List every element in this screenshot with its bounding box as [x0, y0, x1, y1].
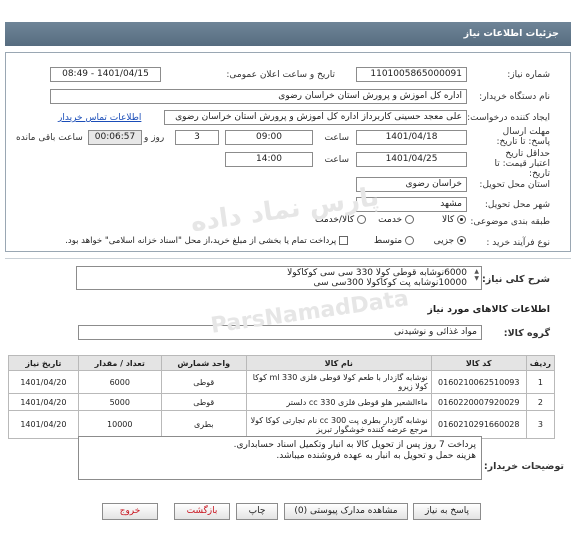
- reply-button[interactable]: پاسخ به نیاز: [413, 503, 481, 520]
- table-row: 1 0160210062510093 نوشابه گازدار با طعم …: [8, 370, 556, 394]
- radio-selected-icon: [457, 236, 466, 245]
- table-row: 3 0160210291660028 نوشابه گازدار بطری پت…: [8, 410, 556, 439]
- validity-time-field: 14:00: [225, 152, 313, 167]
- category-option-goods[interactable]: کالا: [442, 215, 466, 225]
- row-date: 1401/04/20: [8, 410, 79, 439]
- buyer-org-field: اداره کل اموزش و پرورش استان خراسان رضوی: [50, 89, 467, 104]
- row-index: 1: [525, 370, 556, 394]
- category-label: طبقه بندی موضوعی:: [470, 217, 550, 227]
- category-option-service[interactable]: خدمت: [378, 215, 414, 225]
- description-label: شرح کلی نیاز:: [481, 274, 550, 285]
- view-attachments-button[interactable]: مشاهده مدارک پیوستی (0): [284, 503, 408, 520]
- province-field: خراسان رضوی: [356, 177, 467, 192]
- announce-label: تاریخ و ساعت اعلان عمومی:: [226, 70, 335, 80]
- row-qty: 6000: [77, 370, 162, 394]
- row-name: ماءالشعیر هلو قوطی فلزی cc 330 دلستر: [245, 393, 432, 411]
- remaining-time-label: ساعت باقی مانده: [16, 133, 83, 143]
- deadline-days-label: روز و: [144, 133, 165, 143]
- province-label: استان محل تحویل:: [479, 180, 550, 190]
- goods-table: ردیف کد کالا نام کالا واحد شمارش تعداد /…: [8, 355, 556, 439]
- deadline-time-label: ساعت: [324, 133, 350, 143]
- row-unit: قوطی: [160, 393, 247, 411]
- col-code: کد کالا: [430, 355, 527, 371]
- need-number-label: شماره نیاز:: [507, 70, 550, 80]
- row-date: 1401/04/20: [8, 393, 79, 411]
- validity-label: حداقل تاریخ اعتبار قیمت: تا تاریخ:: [494, 149, 550, 179]
- row-date: 1401/04/20: [8, 370, 79, 394]
- buyer-org-label: نام دستگاه خریدار:: [479, 92, 550, 102]
- row-name: نوشابه گازدار بطری پت cc 300 نام تجارتی …: [245, 410, 432, 439]
- need-number-field: 1101005865000091: [356, 67, 467, 82]
- row-unit: قوطی: [160, 370, 247, 394]
- city-label: شهر محل تحویل:: [484, 200, 550, 210]
- treasury-option[interactable]: پرداخت تمام یا بخشی از مبلغ خرید،از محل …: [65, 236, 348, 246]
- col-name: نام کالا: [245, 355, 432, 371]
- table-header-row: ردیف کد کالا نام کالا واحد شمارش تعداد /…: [8, 355, 556, 371]
- requester-label: ایجاد کننده درخواست:: [467, 113, 550, 123]
- col-qty: تعداد / مقدار: [77, 355, 162, 371]
- description-textarea[interactable]: 6000نوشابه قوطی کولا 330 سی سی کوکاکولا …: [76, 266, 482, 290]
- row-qty: 10000: [77, 410, 162, 439]
- row-code: 0160210062510093: [430, 370, 527, 394]
- purchase-option-minor[interactable]: جزیی: [434, 236, 466, 246]
- announce-field: 1401/04/15 - 08:49: [50, 67, 161, 82]
- description-line-2: 10000نوشابه پت کوکاکولا 300سی سی: [313, 278, 467, 288]
- goods-section-title: اطلاعات کالاهای مورد نیاز: [427, 304, 550, 315]
- buyer-notes-line-2: هزینه حمل و تحویل به انبار به عهده فروشن…: [276, 451, 476, 461]
- scroll-arrows-icon[interactable]: ▲ ▼: [474, 268, 479, 282]
- page-header: جزئیات اطلاعات نیاز: [5, 22, 571, 46]
- radio-selected-icon: [457, 215, 466, 224]
- validity-date-field: 1401/04/25: [356, 152, 467, 167]
- row-code: 0160210291660028: [430, 410, 527, 439]
- print-button[interactable]: چاپ: [236, 503, 278, 520]
- radio-empty-icon: [357, 215, 366, 224]
- city-field: مشهد: [356, 197, 467, 212]
- row-name: نوشابه گازدار با طعم کولا قوطی فلزی ml 3…: [245, 370, 432, 394]
- checkbox-icon: [339, 236, 348, 245]
- goods-group-label: گروه کالا:: [503, 328, 550, 339]
- back-button[interactable]: بازگشت: [174, 503, 230, 520]
- row-index: 3: [525, 410, 556, 439]
- buyer-contact-link[interactable]: اطلاعات تماس خریدار: [58, 113, 141, 123]
- purchase-option-medium[interactable]: متوسط: [374, 236, 414, 246]
- row-qty: 5000: [77, 393, 162, 411]
- purchase-type-label: نوع فرآیند خرید :: [486, 238, 550, 248]
- validity-time-label: ساعت: [324, 155, 350, 165]
- radio-empty-icon: [405, 236, 414, 245]
- deadline-label: مهلت ارسال پاسخ: تا تاریخ:: [496, 127, 550, 147]
- row-index: 2: [525, 393, 556, 411]
- col-unit: واحد شمارش: [160, 355, 247, 371]
- col-date: تاریخ نیاز: [8, 355, 79, 371]
- buyer-notes-textarea[interactable]: پرداخت 7 روز پس از تحویل کالا به انبار و…: [78, 436, 482, 480]
- table-row: 2 0160220007920029 ماءالشعیر هلو قوطی فل…: [8, 393, 556, 411]
- exit-button[interactable]: خروج: [102, 503, 158, 520]
- buyer-notes-line-1: پرداخت 7 روز پس از تحویل کالا به انبار و…: [233, 440, 476, 450]
- page-title: جزئیات اطلاعات نیاز: [463, 28, 559, 39]
- deadline-date-field: 1401/04/18: [356, 130, 467, 145]
- goods-group-field: مواد غذائی و نوشیدنی: [78, 325, 482, 340]
- remaining-time-field: 00:06:57: [88, 130, 142, 145]
- need-details-page: جزئیات اطلاعات نیاز شماره نیاز: 11010058…: [0, 0, 576, 557]
- buyer-notes-label: توضیحات خریدار:: [483, 461, 564, 472]
- divider: [5, 258, 571, 259]
- row-code: 0160220007920029: [430, 393, 527, 411]
- row-unit: بطری: [160, 410, 247, 439]
- description-line-1: 6000نوشابه قوطی کولا 330 سی سی کوکاکولا: [287, 268, 467, 278]
- col-index: ردیف: [525, 355, 556, 371]
- radio-empty-icon: [405, 215, 414, 224]
- deadline-days-field: 3: [175, 130, 219, 145]
- deadline-time-field: 09:00: [225, 130, 313, 145]
- requester-field: علی معجد حسینی کاربرداز اداره کل اموزش و…: [164, 110, 467, 125]
- category-option-goods-service[interactable]: کالا/خدمت: [315, 215, 366, 225]
